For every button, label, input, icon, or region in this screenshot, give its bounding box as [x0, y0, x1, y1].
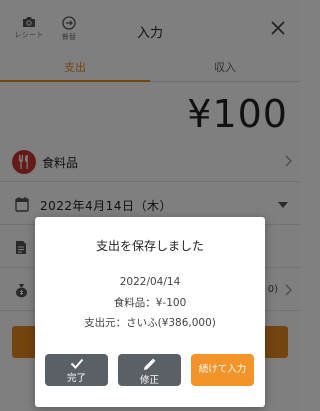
dialog-category-amount: 食料品：¥-100: [113, 297, 187, 309]
edit-label: 修正: [139, 375, 159, 386]
dialog-date: 2022/04/14: [119, 276, 181, 288]
dialog-title: 支出を保存しました: [95, 239, 204, 253]
continue-button[interactable]: 続けて入力: [191, 354, 254, 386]
edit-button[interactable]: 修正: [118, 354, 181, 386]
pencil-icon: [144, 358, 156, 370]
done-button[interactable]: 完了: [45, 354, 108, 386]
saved-dialog: 支出を保存しました 2022/04/14 食料品：¥-100 支出元：さいふ(¥…: [35, 217, 265, 407]
check-icon: [70, 358, 83, 369]
dialog-source: 支出元：さいふ(¥386,000): [84, 317, 216, 329]
done-label: 完了: [66, 373, 86, 384]
input-screen: レシート 餐替 入力 支出 収入 ¥100 食料品: [0, 0, 300, 411]
